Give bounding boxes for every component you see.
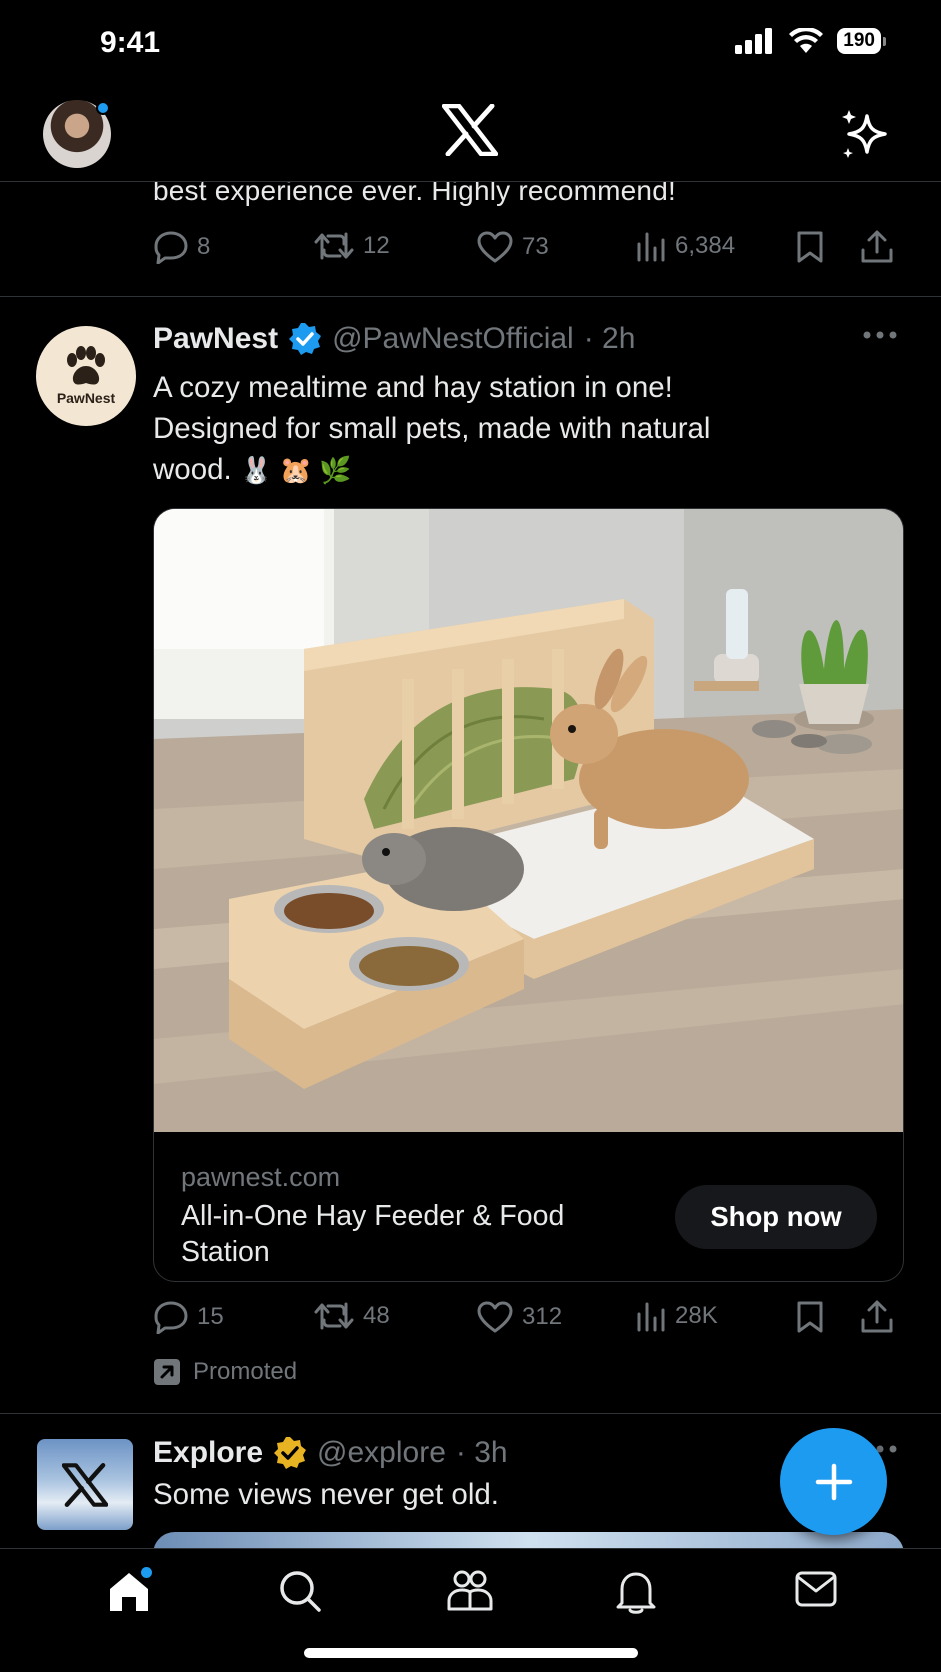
like-count: 312: [522, 1303, 563, 1330]
share-button[interactable]: [859, 230, 895, 264]
signal-icon: [735, 28, 773, 54]
tweet-text-line: Designed for small pets, made with natur…: [153, 412, 711, 445]
grok-sparkle-icon[interactable]: [839, 108, 891, 160]
tweet-time: · 2h: [583, 322, 636, 355]
card-title[interactable]: All-in-One Hay Feeder & Food Station: [181, 1198, 621, 1270]
reply-count: 15: [197, 1303, 224, 1330]
tweet-text: Some views never get old.: [153, 1478, 499, 1511]
promoted-tweet-actions: 15 48 312 28K: [153, 1300, 898, 1340]
status-time: 9:41: [100, 26, 161, 59]
reply-icon: [154, 1301, 188, 1334]
tweet-time: · 3h: [455, 1436, 508, 1469]
reply-button[interactable]: 8: [153, 230, 210, 264]
shop-now-button[interactable]: Shop now: [675, 1185, 877, 1249]
repost-button[interactable]: 12: [313, 230, 390, 262]
more-icon[interactable]: [862, 330, 898, 340]
promoted-label: Promoted: [153, 1358, 297, 1386]
verified-badge-icon: [289, 323, 322, 355]
top-nav: [0, 90, 941, 182]
repost-icon: [314, 1302, 354, 1330]
reply-button[interactable]: 15: [153, 1300, 224, 1334]
wifi-icon: [789, 28, 824, 53]
views-button[interactable]: 28K: [635, 1300, 718, 1332]
card-domain[interactable]: pawnest.com: [181, 1162, 340, 1193]
bookmark-button[interactable]: [795, 1300, 825, 1334]
author-handle[interactable]: @PawNestOfficial: [332, 322, 574, 356]
communities-icon[interactable]: [446, 1569, 494, 1613]
status-bar: 9:41 190: [0, 0, 941, 90]
tweet-divider: [0, 1413, 941, 1414]
tweet-header: Explore @explore · 3h: [153, 1436, 508, 1470]
product-image[interactable]: [154, 509, 904, 1132]
bookmark-button[interactable]: [795, 230, 825, 264]
repost-count: 48: [363, 1302, 390, 1329]
tweet-divider: [0, 296, 941, 297]
x-logo-icon[interactable]: [442, 104, 498, 156]
repost-count: 12: [363, 232, 390, 259]
previous-tweet-actions: 8 12 73 6,384: [153, 230, 898, 270]
reply-count: 8: [197, 233, 211, 260]
share-button[interactable]: [859, 1300, 895, 1334]
share-icon: [861, 230, 893, 263]
views-button[interactable]: 6,384: [635, 230, 735, 262]
tweet-text-line: A cozy mealtime and hay station in one!: [153, 371, 673, 404]
like-count: 73: [522, 233, 549, 260]
reply-icon: [154, 231, 188, 264]
share-icon: [861, 1300, 893, 1333]
bookmark-icon: [797, 231, 823, 263]
status-indicators: 190: [735, 28, 886, 54]
compose-button[interactable]: [780, 1428, 887, 1535]
home-indicator: [304, 1648, 638, 1658]
pawnest-avatar[interactable]: PawNest: [36, 326, 136, 426]
notification-dot: [96, 101, 110, 115]
search-icon[interactable]: [278, 1569, 322, 1613]
views-count: 28K: [675, 1302, 718, 1329]
repost-icon: [314, 232, 354, 260]
views-icon: [637, 232, 665, 262]
like-button[interactable]: 73: [476, 230, 549, 264]
explore-avatar[interactable]: [37, 1439, 133, 1530]
tweet-emojis: 🐰 🐹 🌿: [239, 455, 352, 485]
home-notification-dot: [141, 1567, 152, 1578]
tweet-text-line: wood. 🐰 🐹 🌿: [153, 449, 873, 491]
repost-button[interactable]: 48: [313, 1300, 390, 1332]
compose-icon: [815, 1463, 852, 1500]
avatar-label: PawNest: [56, 390, 116, 406]
like-button[interactable]: 312: [476, 1300, 562, 1334]
verified-badge-icon: [274, 1437, 307, 1469]
tweet-header: PawNest @PawNestOfficial · 2h: [153, 322, 635, 356]
card-footer: pawnest.com All-in-One Hay Feeder & Food…: [154, 1132, 903, 1281]
tweet-text: A cozy mealtime and hay station in one! …: [153, 367, 873, 491]
author-name[interactable]: PawNest: [153, 322, 278, 356]
author-handle[interactable]: @explore: [317, 1436, 446, 1470]
battery-indicator: 190: [837, 28, 886, 54]
notifications-icon[interactable]: [614, 1569, 658, 1615]
bookmark-icon: [797, 1301, 823, 1333]
views-icon: [637, 1302, 665, 1332]
like-icon: [477, 231, 513, 263]
like-icon: [477, 1301, 513, 1333]
paw-logo-icon: [67, 346, 105, 385]
promoted-text: Promoted: [193, 1358, 298, 1385]
ad-card[interactable]: pawnest.com All-in-One Hay Feeder & Food…: [153, 508, 904, 1282]
views-count: 6,384: [675, 232, 736, 259]
author-name[interactable]: Explore: [153, 1436, 263, 1470]
messages-icon[interactable]: [794, 1569, 838, 1609]
promoted-icon: [154, 1359, 180, 1385]
tweet-text-line-end: wood.: [153, 453, 232, 486]
x-logo-icon: [62, 1462, 108, 1507]
